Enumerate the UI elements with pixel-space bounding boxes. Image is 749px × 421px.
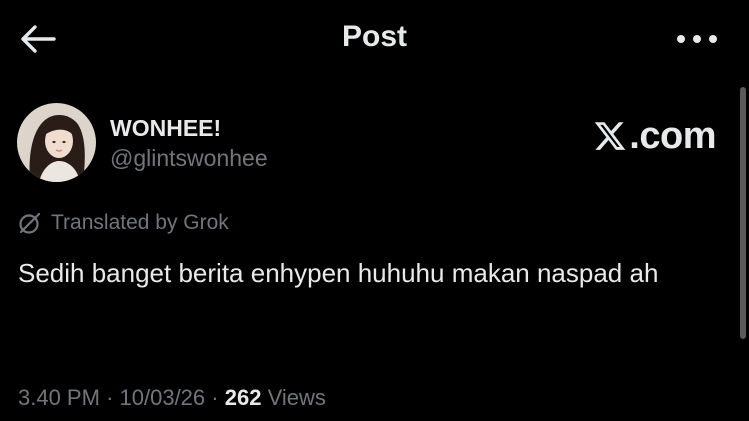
translated-by-grok[interactable]: Translated by Grok: [18, 211, 229, 235]
post-date[interactable]: 10/03/26: [120, 385, 206, 410]
views-count[interactable]: 262: [225, 385, 262, 410]
translated-label: Translated by Grok: [51, 211, 229, 234]
page-title: Post: [341, 20, 407, 53]
x-logo-icon: [595, 122, 626, 150]
post-time[interactable]: 3.40 PM: [18, 385, 100, 410]
avatar[interactable]: [17, 103, 96, 182]
author-display-name[interactable]: WONHEE!: [110, 115, 221, 142]
grok-icon: [19, 212, 41, 234]
more-dots-icon: [677, 35, 685, 43]
x-com-watermark: .com: [593, 115, 716, 157]
more-options-button[interactable]: [673, 26, 721, 52]
avatar-image: [17, 103, 96, 182]
post-meta: 3.40 PM · 10/03/26 · 262 Views: [18, 385, 326, 411]
meta-separator: ·: [106, 385, 114, 410]
watermark-text: .com: [629, 114, 716, 157]
author-handle[interactable]: @glintswonhee: [110, 145, 268, 172]
meta-separator: ·: [211, 385, 219, 410]
scrollbar[interactable]: [740, 87, 746, 339]
post-text: Sedih banget berita enhypen huhuhu makan…: [18, 258, 659, 288]
views-label[interactable]: Views: [268, 385, 326, 410]
